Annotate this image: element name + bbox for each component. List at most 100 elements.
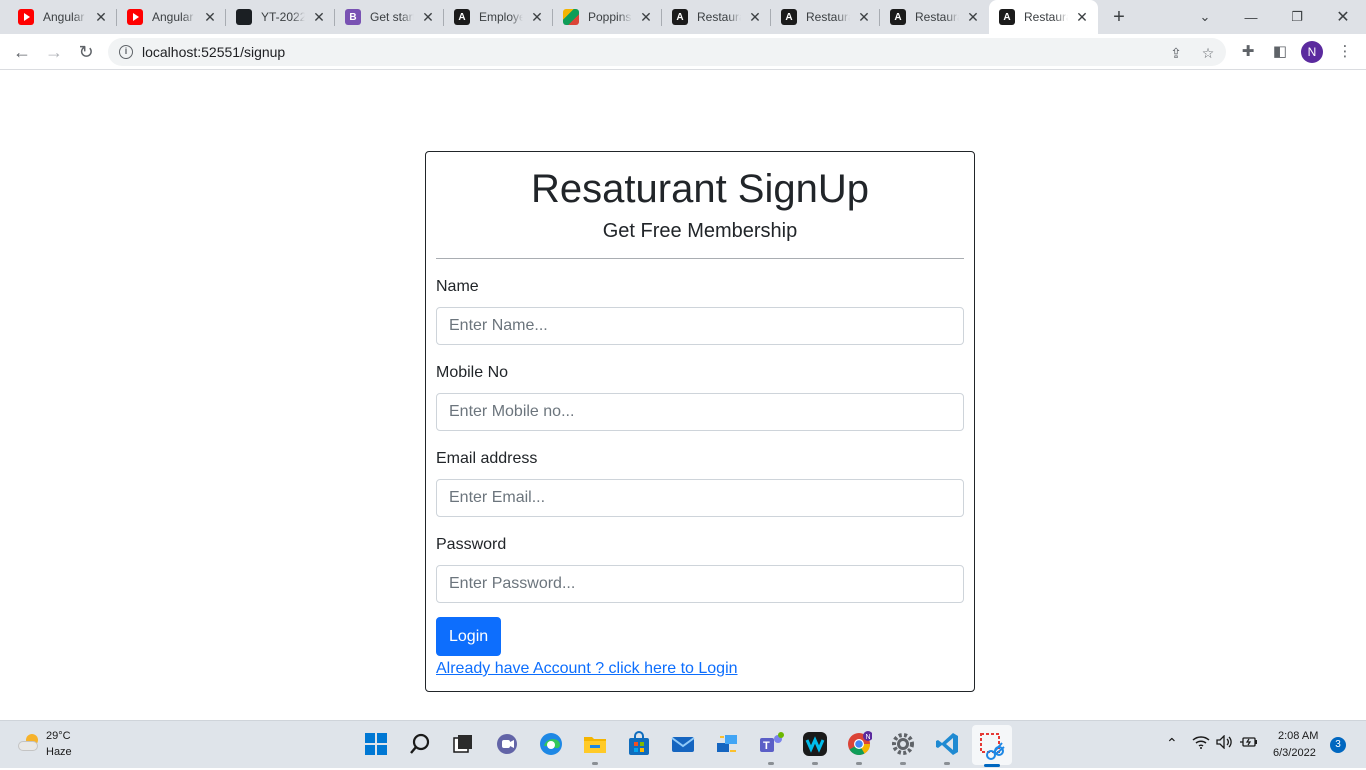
site-info-icon[interactable]: i	[119, 45, 133, 59]
microsoft-store-icon[interactable]	[626, 731, 652, 757]
wifi-icon[interactable]	[1192, 735, 1210, 752]
angular-icon: A	[454, 9, 470, 25]
tab-title: Restaura	[806, 10, 850, 24]
tab-title: Restaura	[1024, 10, 1068, 24]
tab-title: Get start	[370, 10, 414, 24]
mobile-label: Mobile No	[436, 364, 509, 381]
signup-card: Resaturant SignUp Get Free Membership Na…	[425, 151, 975, 692]
password-label: Password	[436, 536, 507, 553]
tab-title: Restaura	[697, 10, 741, 24]
file-explorer-icon[interactable]	[582, 731, 608, 765]
svg-text:T: T	[763, 740, 770, 752]
battery-icon[interactable]	[1240, 735, 1258, 752]
teams-chat-icon[interactable]	[494, 731, 520, 757]
browser-tab[interactable]: B Get start ✕	[335, 0, 444, 34]
close-tab-icon[interactable]: ✕	[311, 9, 327, 25]
password-input[interactable]	[436, 565, 964, 603]
show-hidden-icons-chevron-icon[interactable]: ⌃	[1166, 735, 1178, 752]
back-icon[interactable]: ←	[10, 40, 34, 64]
minimize-button[interactable]: —	[1228, 0, 1274, 34]
tab-title: Angular	[43, 10, 85, 24]
close-tab-icon[interactable]: ✕	[202, 9, 218, 25]
browser-tab[interactable]: YT-2022 ✕	[226, 0, 335, 34]
google-fonts-icon	[563, 9, 579, 25]
clock-date[interactable]: 6/3/2022	[1273, 747, 1316, 759]
task-view-icon[interactable]	[450, 731, 476, 757]
new-tab-button[interactable]: +	[1108, 6, 1130, 28]
divider	[436, 258, 964, 259]
edge-browser-icon[interactable]	[538, 731, 564, 757]
browser-tab-active[interactable]: A Restaura ✕	[989, 0, 1098, 34]
notification-badge[interactable]: 3	[1330, 737, 1346, 753]
search-icon[interactable]	[407, 731, 433, 757]
browser-tab[interactable]: Poppins ✕	[553, 0, 662, 34]
name-input[interactable]	[436, 307, 964, 345]
reload-icon[interactable]: ↻	[74, 40, 98, 64]
restore-button[interactable]: ❐	[1274, 0, 1320, 34]
menu-kebab-icon[interactable]: ⋮	[1335, 42, 1355, 62]
browser-tab-strip: Angular ✕ Angular ✕ YT-2022 ✕ B Get star…	[0, 0, 1366, 34]
clock-time[interactable]: 2:08 AM	[1278, 730, 1318, 742]
volume-icon[interactable]	[1216, 734, 1234, 752]
taskbar: 29°C Haze T N ⌃ 2:08 AM 6/3/2022 3	[0, 720, 1366, 768]
close-tab-icon[interactable]: ✕	[529, 9, 545, 25]
close-tab-icon[interactable]: ✕	[93, 9, 109, 25]
browser-tab[interactable]: A Restaura ✕	[771, 0, 880, 34]
close-tab-icon[interactable]: ✕	[420, 9, 436, 25]
github-icon	[236, 9, 252, 25]
bootstrap-icon: B	[345, 9, 361, 25]
url-text[interactable]: localhost:52551/signup	[142, 44, 285, 60]
page-title: Resaturant SignUp	[531, 167, 869, 211]
email-label: Email address	[436, 450, 538, 467]
close-tab-icon[interactable]: ✕	[747, 9, 763, 25]
login-link[interactable]: Already have Account ? click here to Log…	[436, 659, 964, 679]
extensions-icon[interactable]: ✚	[1238, 42, 1258, 62]
weather-condition[interactable]: Haze	[46, 746, 72, 758]
vscode-icon[interactable]	[934, 731, 960, 765]
bookmark-star-icon[interactable]: ☆	[1200, 45, 1216, 61]
tab-title: Poppins	[588, 10, 632, 24]
browser-tab[interactable]: A Restaura ✕	[880, 0, 989, 34]
settings-gear-icon[interactable]	[890, 731, 916, 765]
close-tab-icon[interactable]: ✕	[638, 9, 654, 25]
mail-icon[interactable]	[670, 731, 696, 757]
angular-icon: A	[781, 9, 797, 25]
chrome-icon[interactable]: N	[846, 731, 873, 765]
svg-text:N: N	[866, 734, 871, 741]
browser-tab[interactable]: Angular ✕	[8, 0, 117, 34]
angular-icon: A	[672, 9, 688, 25]
tab-title: Employe	[479, 10, 523, 24]
browser-toolbar: ← → ↻ i localhost:52551/signup ⇪ ☆ ✚ ◧ N…	[0, 34, 1366, 70]
youtube-icon	[127, 9, 143, 25]
name-label: Name	[436, 278, 479, 295]
page-subtitle: Get Free Membership	[602, 220, 798, 242]
forward-icon[interactable]: →	[42, 40, 66, 64]
youtube-icon	[18, 9, 34, 25]
mobile-input[interactable]	[436, 393, 964, 431]
tab-search-icon[interactable]: ⌄	[1182, 0, 1228, 34]
tab-title: Angular	[152, 10, 194, 24]
tab-title: Restaura	[915, 10, 959, 24]
webex-icon[interactable]	[802, 731, 828, 765]
weather-temperature[interactable]: 29°C	[46, 730, 71, 742]
windows-start-icon[interactable]	[363, 731, 389, 757]
browser-tab[interactable]: A Employe ✕	[444, 0, 553, 34]
tab-title: YT-2022	[261, 10, 305, 24]
close-tab-icon[interactable]: ✕	[1074, 9, 1090, 25]
network-tool-icon[interactable]	[714, 731, 740, 757]
teams-icon[interactable]: T	[758, 731, 784, 765]
profile-avatar[interactable]: N	[1301, 41, 1323, 63]
email-input[interactable]	[436, 479, 964, 517]
snipping-tool-icon[interactable]	[972, 725, 1012, 767]
weather-icon[interactable]	[18, 734, 40, 752]
browser-tab[interactable]: Angular ✕	[117, 0, 226, 34]
login-button[interactable]: Login	[436, 617, 502, 656]
close-tab-icon[interactable]: ✕	[856, 9, 872, 25]
close-tab-icon[interactable]: ✕	[965, 9, 981, 25]
browser-tab[interactable]: A Restaura ✕	[662, 0, 771, 34]
share-icon[interactable]: ⇪	[1168, 45, 1184, 61]
angular-icon: A	[999, 9, 1015, 25]
close-window-button[interactable]: ✕	[1320, 0, 1366, 34]
address-bar[interactable]: i localhost:52551/signup ⇪ ☆	[108, 38, 1226, 66]
side-panel-icon[interactable]: ◧	[1270, 42, 1290, 62]
